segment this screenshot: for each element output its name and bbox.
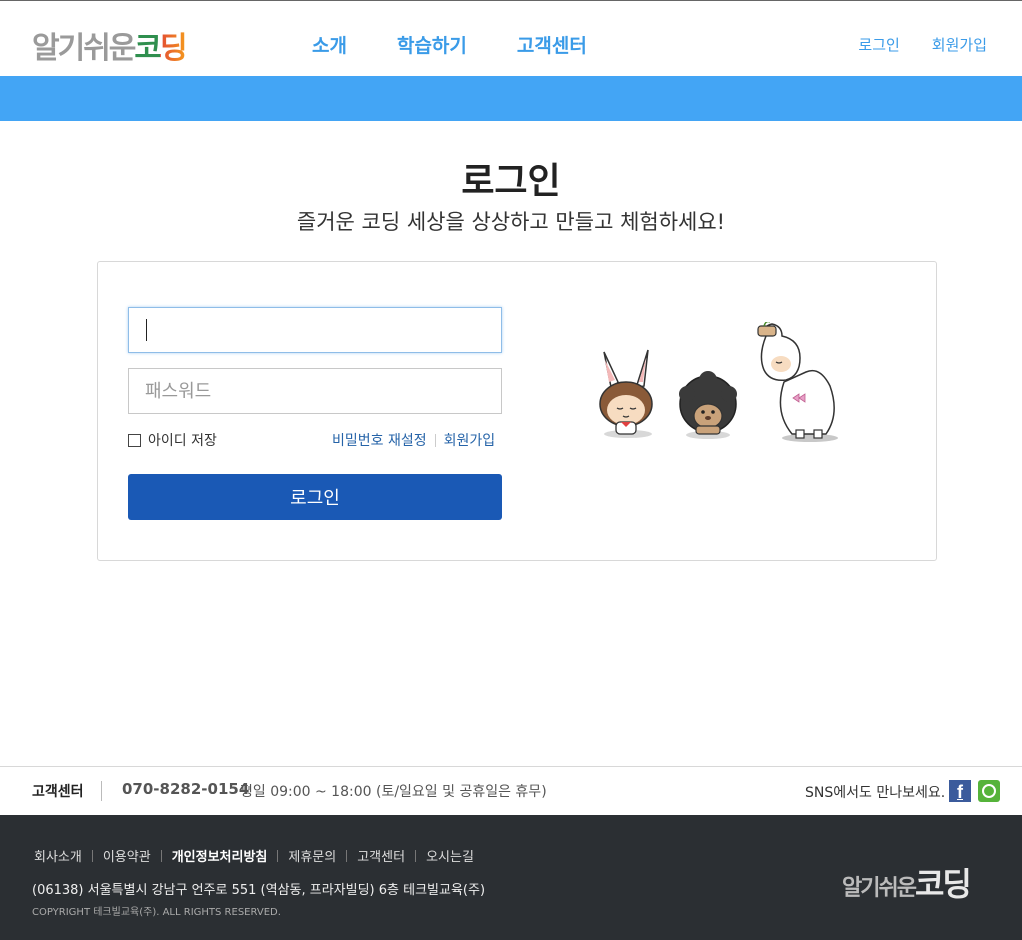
main-nav: 소개 학습하기 고객센터 [312,31,637,58]
support-hours: 평일 09:00 ~ 18:00 (토/일요일 및 공휴일은 휴무) [240,784,547,800]
reset-password-link[interactable]: 비밀번호 재설정 [332,430,427,450]
nav-item-intro[interactable]: 소개 [312,31,347,58]
rabbit-mascot-icon [599,349,653,438]
page-subtitle: 즐거운 코딩 세상을 상상하고 만들고 체험하세요! [296,210,726,234]
footer-link-privacy[interactable]: 개인정보처리방침 [172,846,268,865]
login-button[interactable]: 로그인 [128,474,502,520]
header-signup-link[interactable]: 회원가입 [932,34,987,55]
footer-logo-text: 알기쉬운 [842,876,917,901]
footer-logo-text-accent: 코딩 [914,865,972,903]
link-divider [434,433,436,447]
nav-item-support[interactable]: 고객센터 [517,31,587,58]
support-divider [101,781,102,801]
logo-text-accent: 코딩 [134,23,187,67]
sns-label: SNS에서도 만나보세요. [805,785,946,801]
site-footer: 회사소개 이용약관 개인정보처리방침 제휴문의 고객센터 오시는길 (06138… [0,815,1022,940]
footer-links: 회사소개 이용약관 개인정보처리방침 제휴문의 고객센터 오시는길 [34,846,474,865]
mascot-illustration [599,322,838,442]
remember-id-label: 아이디 저장 [148,433,217,449]
user-id-input[interactable] [128,307,502,353]
alpaca-mascot-icon [757,322,838,442]
kakaostory-icon[interactable] [978,780,1000,802]
footer-copyright: COPYRIGHT 테크빌교육(주). ALL RIGHTS RESERVED. [32,907,281,918]
site-header: 알기쉬운 코딩 소개 학습하기 고객센터 로그인 회원가입 [0,1,1022,76]
footer-logo: 알기쉬운코딩 [842,859,972,905]
logo-text: 알기쉬운 [32,31,136,66]
site-logo[interactable]: 알기쉬운 코딩 [32,23,188,67]
footer-link-divider [91,849,93,862]
header-login-link[interactable]: 로그인 [858,34,899,55]
footer-link-terms[interactable]: 이용약관 [103,846,151,865]
auxiliary-links: 비밀번호 재설정 회원가입 [332,430,495,450]
footer-link-company[interactable]: 회사소개 [34,846,82,865]
header-band [0,76,1022,121]
login-panel: 아이디 저장 비밀번호 재설정 회원가입 로그인 [97,261,937,561]
signup-link[interactable]: 회원가입 [444,430,496,450]
support-info-bar: 고객센터 070-8282-0154 평일 09:00 ~ 18:00 (토/일… [0,766,1022,815]
remember-id-checkbox[interactable] [128,433,141,447]
footer-link-divider [277,849,279,862]
footer-link-partnership[interactable]: 제휴문의 [288,846,336,865]
footer-link-support[interactable]: 고객센터 [357,846,405,865]
footer-link-divider [160,849,162,862]
footer-link-directions[interactable]: 오시는길 [426,846,474,865]
footer-link-divider [346,849,348,862]
page-title: 로그인 [461,161,561,202]
facebook-icon[interactable]: f [949,780,971,802]
footer-link-divider [415,849,417,862]
user-links: 로그인 회원가입 [826,34,987,55]
nav-item-learn[interactable]: 학습하기 [397,31,467,58]
footer-address: (06138) 서울특별시 강남구 언주로 551 (역삼동, 프라자빌딩) 6… [32,883,486,898]
support-label: 고객센터 [32,784,84,800]
support-phone: 070-8282-0154 [122,780,250,798]
hedgehog-mascot-icon [679,371,737,439]
text-caret [146,319,147,341]
remember-id[interactable]: 아이디 저장 [128,430,217,450]
password-input[interactable] [128,368,502,414]
